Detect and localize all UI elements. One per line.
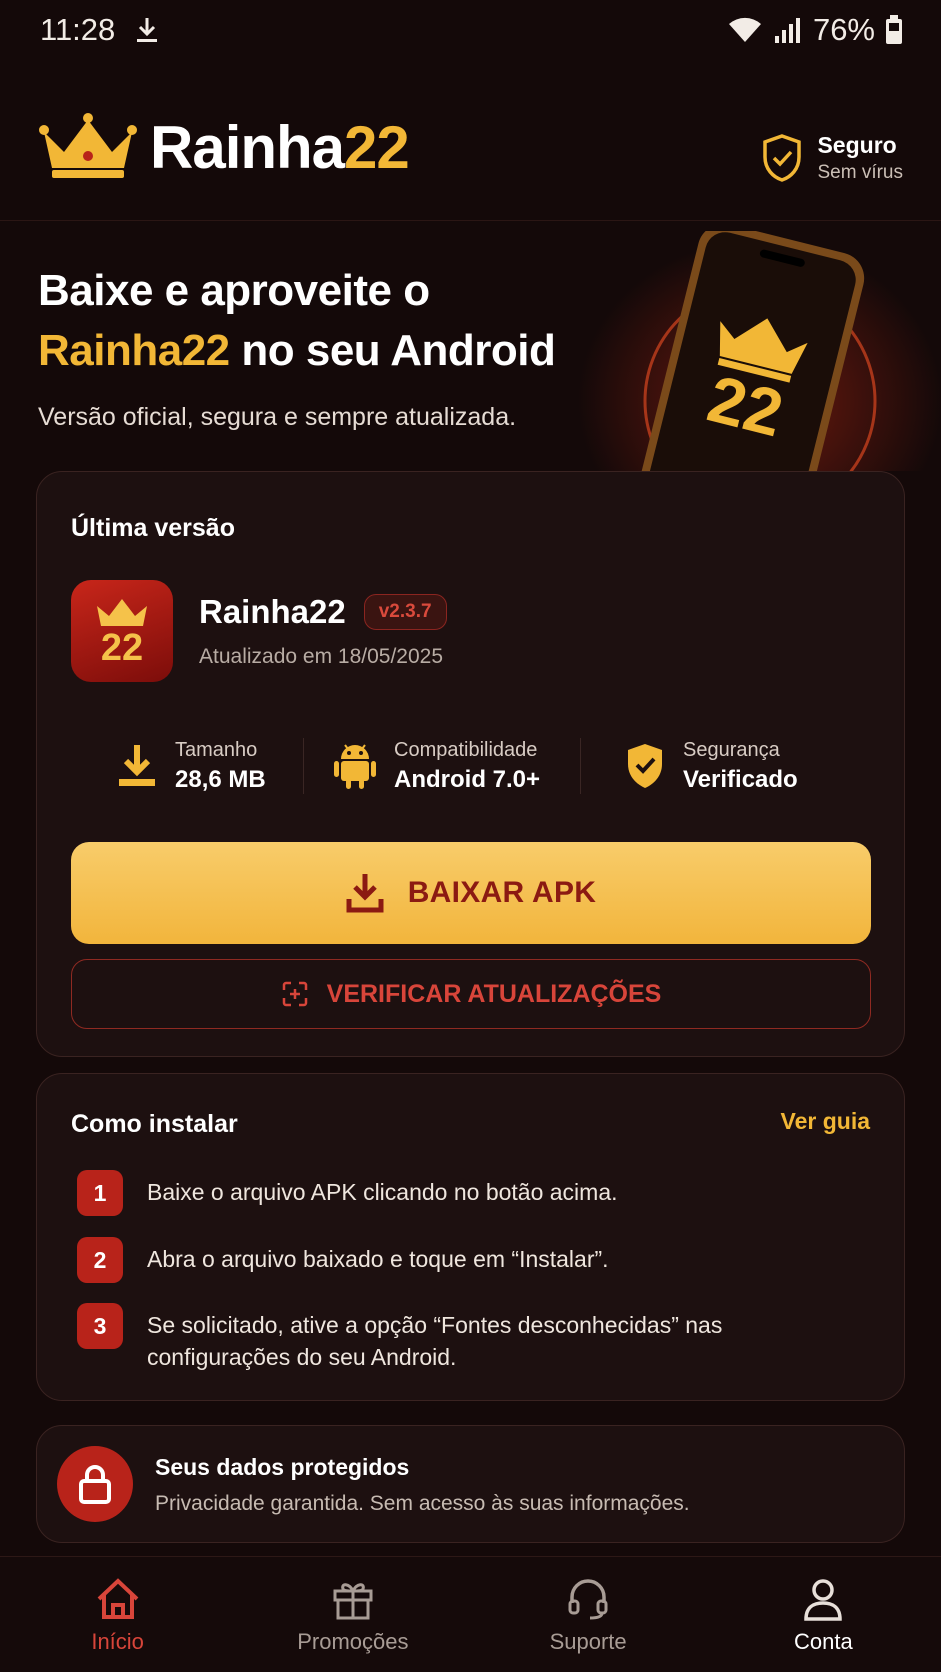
spec-security-value: Verificado [683,765,798,793]
nav-promotions-label: Promoções [297,1629,409,1654]
secure-badge: Seguro Sem vírus [761,132,903,184]
shield-check-icon [763,134,802,182]
android-icon [334,744,376,789]
hero-subtitle: Versão oficial, segura e sempre atualiza… [38,403,517,431]
spec-security: Segurança Verificado [581,734,798,798]
user-icon [804,1579,843,1621]
status-bar: 11:28 76% [0,0,941,60]
install-step: 2 Abra o arquivo baixado e toque em “Ins… [77,1237,767,1283]
app-name: Rainha22 [199,593,346,630]
hero-title-line2: no seu Android [229,326,556,375]
nav-promotions[interactable]: Promoções [235,1557,470,1672]
spec-size-value: 28,6 MB [175,765,266,793]
shield-check-icon [628,744,662,788]
app-specs: Tamanho 28,6 MB Compatibilidade Android 7.… [71,734,871,798]
step-number: 2 [77,1237,123,1283]
spec-size: Tamanho 28,6 MB [71,734,303,798]
brand-name-accent: 22 [344,113,410,181]
check-updates-button[interactable]: VERIFICAR ATUALIZAÇÕES [71,959,871,1029]
lock-icon [79,1465,111,1504]
nav-home[interactable]: Início [0,1557,235,1672]
latest-version-card: Última versão 22 Rainha22 v2.3.7 Atualiz… [36,471,905,1057]
spec-compat-value: Android 7.0+ [394,765,541,793]
nav-home-label: Início [91,1629,144,1654]
download-icon [119,745,155,786]
wifi-icon [728,17,761,42]
step-text: Abra o arquivo baixado e toque em “Insta… [147,1246,609,1272]
gift-icon [333,1583,373,1620]
nav-account-label: Conta [794,1629,853,1654]
headset-icon [568,1579,608,1620]
brand-name-main: Rainha [150,113,345,181]
home-icon [97,1578,139,1619]
privacy-subtitle: Privacidade garantida. Sem acesso às sua… [155,1492,690,1515]
brand-name: Rainha22 [150,113,410,182]
battery-percent: 76% [812,12,875,47]
refresh-frame-icon [282,981,307,1007]
phone-illustration: 22 [637,231,877,471]
status-time: 11:28 [40,12,116,47]
download-apk-button[interactable]: BAIXAR APK [71,842,871,944]
app-header: Rainha22 Seguro Sem vírus [0,112,941,220]
lock-badge [57,1446,133,1522]
hero-title-accent: Rainha22 [38,326,230,375]
privacy-title: Seus dados protegidos [155,1454,410,1480]
nav-support-label: Suporte [549,1629,627,1654]
nav-support[interactable]: Suporte [471,1557,706,1672]
brand-logo[interactable]: Rainha22 [38,112,410,182]
version-badge: v2.3.7 [363,594,447,630]
check-updates-label: VERIFICAR ATUALIZAÇÕES [326,979,662,1008]
step-number: 1 [77,1170,123,1216]
crown-icon [39,113,137,178]
app-icon: 22 [71,580,173,682]
update-date: Atualizado em 18/05/2025 [199,645,444,668]
spec-compat-label: Compatibilidade [394,738,538,761]
app-info-row: 22 Rainha22 v2.3.7 Atualizado em 18/05/2… [71,580,447,682]
nav-account[interactable]: Conta [706,1557,941,1672]
download-notification-icon [137,18,158,42]
spec-size-label: Tamanho [175,738,258,761]
bottom-navigation: Início Promoções Suporte Conta [0,1556,941,1672]
view-guide-link[interactable]: Ver guia [781,1108,870,1135]
step-number: 3 [77,1303,123,1349]
hero-title: Baixe e aproveite o Rainha22 no seu Andr… [38,261,556,381]
battery-icon [886,15,902,44]
latest-version-title: Última versão [71,514,235,542]
download-icon [346,874,384,913]
step-text: Se solicitado, ative a opção “Fontes des… [147,1312,723,1370]
privacy-card: Seus dados protegidos Privacidade garant… [36,1425,905,1543]
download-apk-label: BAIXAR APK [407,876,597,909]
install-step: 1 Baixe o arquivo APK clicando no botão … [77,1170,767,1216]
signal-icon [774,18,800,43]
secure-title: Seguro [817,132,897,158]
spec-compat: Compatibilidade Android 7.0+ [304,734,580,798]
spec-security-label: Segurança [683,738,780,761]
install-title: Como instalar [71,1110,238,1138]
hero-banner: Baixe e aproveite o Rainha22 no seu Andr… [0,221,941,471]
secure-subtitle: Sem vírus [817,162,903,183]
app-icon-number: 22 [100,627,144,669]
install-guide-card: Como instalar Ver guia 1 Baixe o arquivo… [36,1073,905,1401]
app-icon-crown [97,599,147,626]
install-step: 3 Se solicitado, ative a opção “Fontes d… [77,1303,767,1373]
hero-title-line1: Baixe e aproveite o [38,266,430,315]
step-text: Baixe o arquivo APK clicando no botão ac… [147,1179,618,1205]
